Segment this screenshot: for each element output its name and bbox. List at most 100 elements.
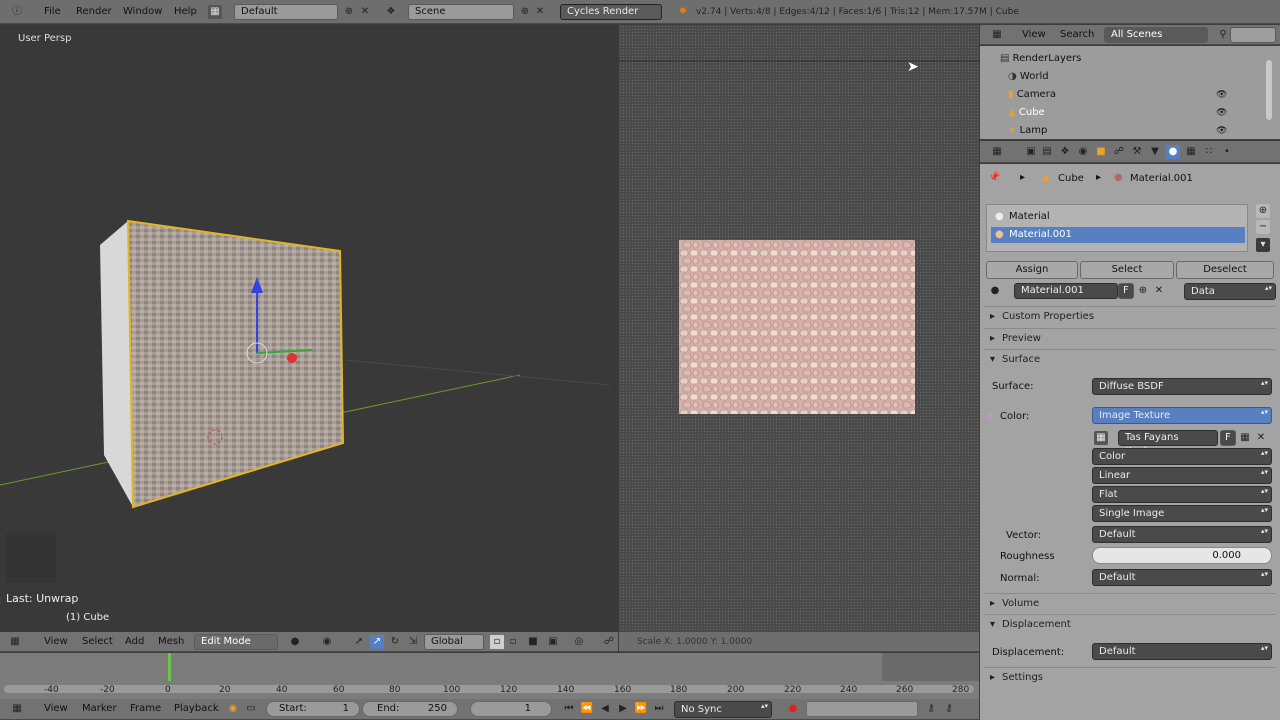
insert-keyframe-icon[interactable]: ⚷ (942, 702, 956, 716)
modifiers-tab-icon[interactable]: ⚒ (1130, 145, 1144, 159)
material-browse-icon[interactable]: ● (988, 284, 1002, 298)
viewport-3d[interactable]: User Persp Last: Unwrap (1) Cube (0, 25, 618, 632)
outliner-menu-view[interactable]: View (1022, 29, 1046, 40)
visibility-eye-icon[interactable]: 👁 (1216, 126, 1227, 136)
editor-type-icon[interactable]: ▦ (8, 635, 22, 649)
fake-user-button[interactable]: F (1118, 283, 1134, 299)
keying-set-field[interactable] (806, 701, 918, 717)
proportional-icon[interactable]: ◎ (572, 635, 586, 649)
add-scene-icon[interactable]: ⊕ (518, 5, 532, 19)
timeline-menu-playback[interactable]: Playback (174, 703, 219, 714)
play-reverse-icon[interactable]: ◀ (598, 702, 612, 716)
surface-shader-select[interactable]: Diffuse BSDF (1092, 378, 1272, 395)
translate-icon[interactable]: ↗ (370, 635, 384, 649)
physics-tab-icon[interactable]: • (1220, 145, 1234, 159)
panel-custom-properties[interactable]: ▸ Custom Properties (984, 306, 1276, 326)
displacement-input-select[interactable]: Default (1092, 643, 1272, 660)
remove-slot-icon[interactable]: − (1256, 220, 1270, 234)
visibility-eye-icon[interactable]: 👁 (1216, 108, 1227, 118)
orientation-select[interactable]: Global (424, 634, 484, 650)
outliner-item-camera[interactable]: ▮ Camera (1008, 86, 1056, 104)
unlink-material-icon[interactable]: ✕ (1152, 284, 1166, 298)
properties-editor-icon[interactable]: ▦ (990, 145, 1004, 159)
menu-render[interactable]: Render (76, 6, 112, 17)
render-engine-select[interactable]: Cycles Render (560, 4, 662, 20)
blender-info-icon[interactable]: ⓘ (10, 5, 24, 19)
timeline-menu-marker[interactable]: Marker (82, 703, 117, 714)
outliner-editor-icon[interactable]: ▦ (990, 28, 1004, 42)
outliner-item-renderlayers[interactable]: ▤ RenderLayers (1000, 50, 1081, 68)
material-slot-selected[interactable]: ● Material.001 (991, 227, 1245, 243)
outliner-scope-select[interactable]: All Scenes (1104, 27, 1208, 43)
menu-window[interactable]: Window (123, 6, 162, 17)
menu-file[interactable]: File (44, 6, 61, 17)
material-tab-icon[interactable]: ● (1166, 145, 1180, 159)
play-icon[interactable]: ▶ (616, 702, 630, 716)
new-image-icon[interactable]: ▦ (1238, 431, 1252, 445)
normal-input-select[interactable]: Default (1092, 569, 1272, 586)
record-icon[interactable]: ● (786, 702, 800, 716)
current-frame-field[interactable]: 1 (470, 701, 552, 717)
panel-settings[interactable]: ▸ Settings (984, 667, 1276, 687)
world-tab-icon[interactable]: ◉ (1076, 145, 1090, 159)
timeline-menu-view[interactable]: View (44, 703, 68, 714)
panel-preview[interactable]: ▸ Preview (984, 328, 1276, 348)
pin-icon[interactable]: 📌 (988, 172, 1000, 183)
layers-tab-icon[interactable]: ▤ (1040, 145, 1054, 159)
outliner-item-lamp[interactable]: ✦ Lamp (1008, 122, 1047, 140)
preview-range-icon[interactable]: ◉ (226, 702, 240, 716)
keying-icon[interactable]: ⚷ (924, 702, 938, 716)
scene-icon[interactable]: ❖ (384, 5, 398, 19)
object-tab-icon[interactable]: ■ (1094, 145, 1108, 159)
timeline-area[interactable] (0, 653, 979, 699)
link-select[interactable]: Data (1184, 283, 1276, 300)
outliner-item-world[interactable]: ◑ World (1008, 68, 1049, 86)
constraints-tab-icon[interactable]: ☍ (1112, 145, 1126, 159)
assign-button[interactable]: Assign (986, 261, 1078, 279)
jump-start-icon[interactable]: ⏮ (562, 702, 576, 716)
snap-icon[interactable]: ☍ (602, 635, 616, 649)
start-frame-field[interactable]: Start: 1 (266, 701, 360, 717)
timeline-editor-icon[interactable]: ▦ (10, 702, 24, 716)
face-select-icon[interactable]: ■ (526, 635, 540, 649)
select-button[interactable]: Select (1080, 261, 1174, 279)
outliner-scrollbar[interactable] (1266, 60, 1272, 120)
source-select[interactable]: Single Image (1092, 505, 1272, 522)
visibility-eye-icon[interactable]: 👁 (1216, 90, 1227, 100)
prev-keyframe-icon[interactable]: ⏪ (580, 702, 594, 716)
add-screen-icon[interactable]: ⊕ (342, 5, 356, 19)
render-tab-icon[interactable]: ▣ (1024, 145, 1038, 159)
roughness-slider[interactable]: 0.000 (1092, 547, 1272, 564)
menu-add[interactable]: Add (125, 636, 144, 647)
current-frame-marker[interactable] (168, 653, 171, 681)
data-tab-icon[interactable]: ▼ (1148, 145, 1162, 159)
projection-select[interactable]: Flat (1092, 486, 1272, 503)
rotate-icon[interactable]: ↻ (388, 635, 402, 649)
menu-mesh[interactable]: Mesh (158, 636, 184, 647)
screen-layout-field[interactable]: Default (234, 4, 338, 20)
outliner-menu-search[interactable]: Search (1060, 29, 1094, 40)
pivot-icon[interactable]: ◉ (320, 635, 334, 649)
edge-select-icon[interactable]: ▫ (506, 635, 520, 649)
panel-displacement[interactable]: ▾ Displacement (984, 614, 1276, 634)
image-fake-user-button[interactable]: F (1220, 430, 1236, 446)
screen-layout-icon[interactable]: ▦ (208, 5, 222, 19)
texture-tab-icon[interactable]: ▦ (1184, 145, 1198, 159)
scene-field[interactable]: Scene (408, 4, 514, 20)
image-browse-icon[interactable]: ▦ (1094, 431, 1108, 445)
remove-screen-icon[interactable]: ✕ (358, 5, 372, 19)
next-keyframe-icon[interactable]: ⏩ (634, 702, 648, 716)
mode-select[interactable]: Edit Mode (194, 634, 278, 650)
sync-select[interactable]: No Sync (674, 701, 772, 718)
scene-tab-icon[interactable]: ❖ (1058, 145, 1072, 159)
image-name-field[interactable]: Tas Fayans Kapla... (1118, 430, 1218, 457)
material-slot[interactable]: ● Material (991, 209, 1243, 225)
particles-tab-icon[interactable]: ∷ (1202, 145, 1216, 159)
outliner-item-cube[interactable]: ▲ Cube (1008, 104, 1045, 122)
add-slot-icon[interactable]: ⊕ (1256, 204, 1270, 218)
interpolation-select[interactable]: Linear (1092, 467, 1272, 484)
outliner-search-input[interactable] (1230, 27, 1276, 43)
jump-end-icon[interactable]: ⏭ (652, 702, 666, 716)
menu-help[interactable]: Help (174, 6, 197, 17)
timeline-menu-frame[interactable]: Frame (130, 703, 161, 714)
